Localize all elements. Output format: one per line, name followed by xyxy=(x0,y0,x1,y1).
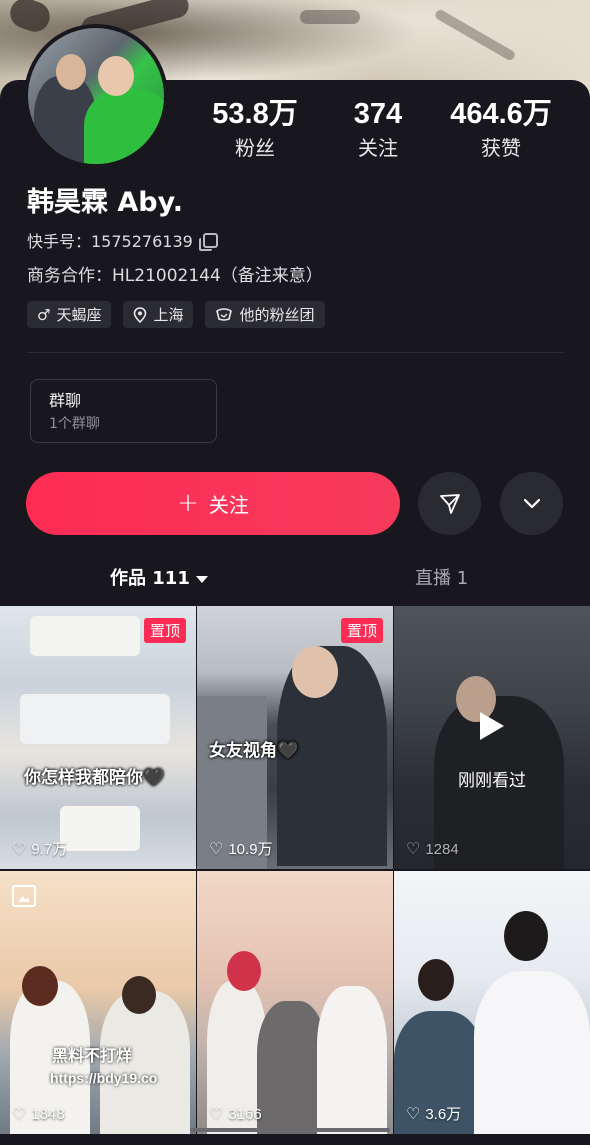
stat-value: 374 xyxy=(353,98,403,130)
group-chat-title: 群聊 xyxy=(49,391,82,410)
tab-live[interactable]: 直播 1 xyxy=(415,564,468,590)
likes-count: 3166 xyxy=(228,1105,262,1123)
video-likes: ♡ 10.9万 xyxy=(209,838,273,859)
video-thumbnail[interactable]: 置顶 你怎样我都陪你🖤 ♡ 9.7万 xyxy=(0,606,196,869)
photo-album-icon xyxy=(12,885,36,907)
video-likes: ♡ 3.6万 xyxy=(406,1103,461,1124)
video-thumbnail[interactable]: 置顶 女友视角🖤 ♡ 10.9万 xyxy=(197,606,393,869)
heart-icon: ♡ xyxy=(406,841,421,858)
stat-value: 464.6万 xyxy=(450,98,552,130)
divider xyxy=(27,352,563,353)
tag-gender-zodiac: ♂ 天蝎座 xyxy=(27,301,112,328)
tab-works[interactable]: 作品 111 xyxy=(110,564,208,590)
likes-count: 1848 xyxy=(31,1105,65,1123)
video-caption: 女友视角🖤 xyxy=(209,741,299,761)
tag-fan-club[interactable]: 他的粉丝团 xyxy=(205,301,325,328)
likes-count: 3.6万 xyxy=(425,1106,462,1123)
business-contact: 商务合作：HL21002144（备注来意） xyxy=(27,266,323,286)
follow-label: 关注 xyxy=(208,493,249,517)
video-likes: ♡ 3166 xyxy=(209,1104,262,1124)
likes-count: 9.7万 xyxy=(31,841,68,858)
fan-club-icon xyxy=(216,307,233,321)
stat-value: 53.8万 xyxy=(212,98,298,130)
copy-icon[interactable] xyxy=(198,232,218,251)
heart-icon: ♡ xyxy=(12,1106,27,1123)
watermark-url: https://bdy19.co xyxy=(50,1070,158,1086)
profile-stats: 53.8万 粉丝 374 关注 464.6万 获赞 xyxy=(0,98,590,168)
tab-live-label: 直播 1 xyxy=(415,568,469,589)
video-likes: ♡ 1284 xyxy=(406,839,459,859)
group-chat-count: 1个群聊 xyxy=(49,416,100,432)
video-thumbnail[interactable]: ♡ 3.6万 xyxy=(394,871,590,1134)
recently-watched-label: 刚刚看过 xyxy=(458,771,526,791)
photo-album-thumbnail[interactable]: ♡ 1848 xyxy=(0,871,196,1134)
kuaishou-id: 快手号：1575276139 xyxy=(27,228,218,252)
stat-label: 粉丝 xyxy=(235,136,275,160)
stat-fans[interactable]: 53.8万 粉丝 xyxy=(190,98,320,162)
heart-icon: ♡ xyxy=(209,1106,224,1123)
likes-count: 10.9万 xyxy=(228,841,273,858)
video-thumbnail[interactable]: ♡ 3166 xyxy=(197,871,393,1134)
play-icon xyxy=(480,712,504,740)
location-icon xyxy=(134,306,147,323)
likes-count: 1284 xyxy=(425,840,459,858)
tag-label: 天蝎座 xyxy=(56,306,102,324)
group-chat-card[interactable]: 群聊 1个群聊 xyxy=(30,379,217,443)
video-likes: ♡ 9.7万 xyxy=(12,838,67,859)
male-icon: ♂ xyxy=(37,305,51,324)
send-icon xyxy=(439,493,460,514)
video-caption: 你怎样我都陪你🖤 xyxy=(24,768,165,788)
scroll-indicator xyxy=(190,1128,390,1132)
follow-button[interactable]: + 关注 xyxy=(26,472,400,535)
pinned-badge: 置顶 xyxy=(143,618,186,643)
tag-label: 他的粉丝团 xyxy=(239,306,315,324)
stat-likes[interactable]: 464.6万 获赞 xyxy=(436,98,566,162)
caret-down-icon xyxy=(195,575,208,583)
video-likes: ♡ 1848 xyxy=(12,1104,65,1124)
chevron-down-icon xyxy=(523,498,540,508)
profile-tags: ♂ 天蝎座 上海 他的粉丝团 xyxy=(27,301,325,328)
heart-icon: ♡ xyxy=(12,840,27,858)
stat-following[interactable]: 374 关注 xyxy=(313,98,443,162)
video-thumbnail[interactable]: 刚刚看过 ♡ 1284 xyxy=(394,606,590,869)
more-options-button[interactable] xyxy=(500,472,563,535)
share-button[interactable] xyxy=(418,472,481,535)
tag-location: 上海 xyxy=(123,301,194,328)
profile-name: 韩昊霖 Aby. xyxy=(27,187,184,218)
pinned-badge: 置顶 xyxy=(340,618,383,643)
heart-icon: ♡ xyxy=(406,1105,421,1123)
stat-label: 关注 xyxy=(358,136,398,160)
kuaishou-id-text: 快手号：1575276139 xyxy=(27,232,193,251)
watermark-text: 黑料不打烊 xyxy=(52,1046,133,1065)
tab-works-label: 作品 111 xyxy=(110,568,190,589)
heart-icon: ♡ xyxy=(209,840,224,858)
stat-label: 获赞 xyxy=(481,136,521,160)
tag-label: 上海 xyxy=(153,306,184,324)
content-tabs: 作品 111 直播 1 xyxy=(0,560,590,604)
plus-icon: + xyxy=(177,487,199,518)
